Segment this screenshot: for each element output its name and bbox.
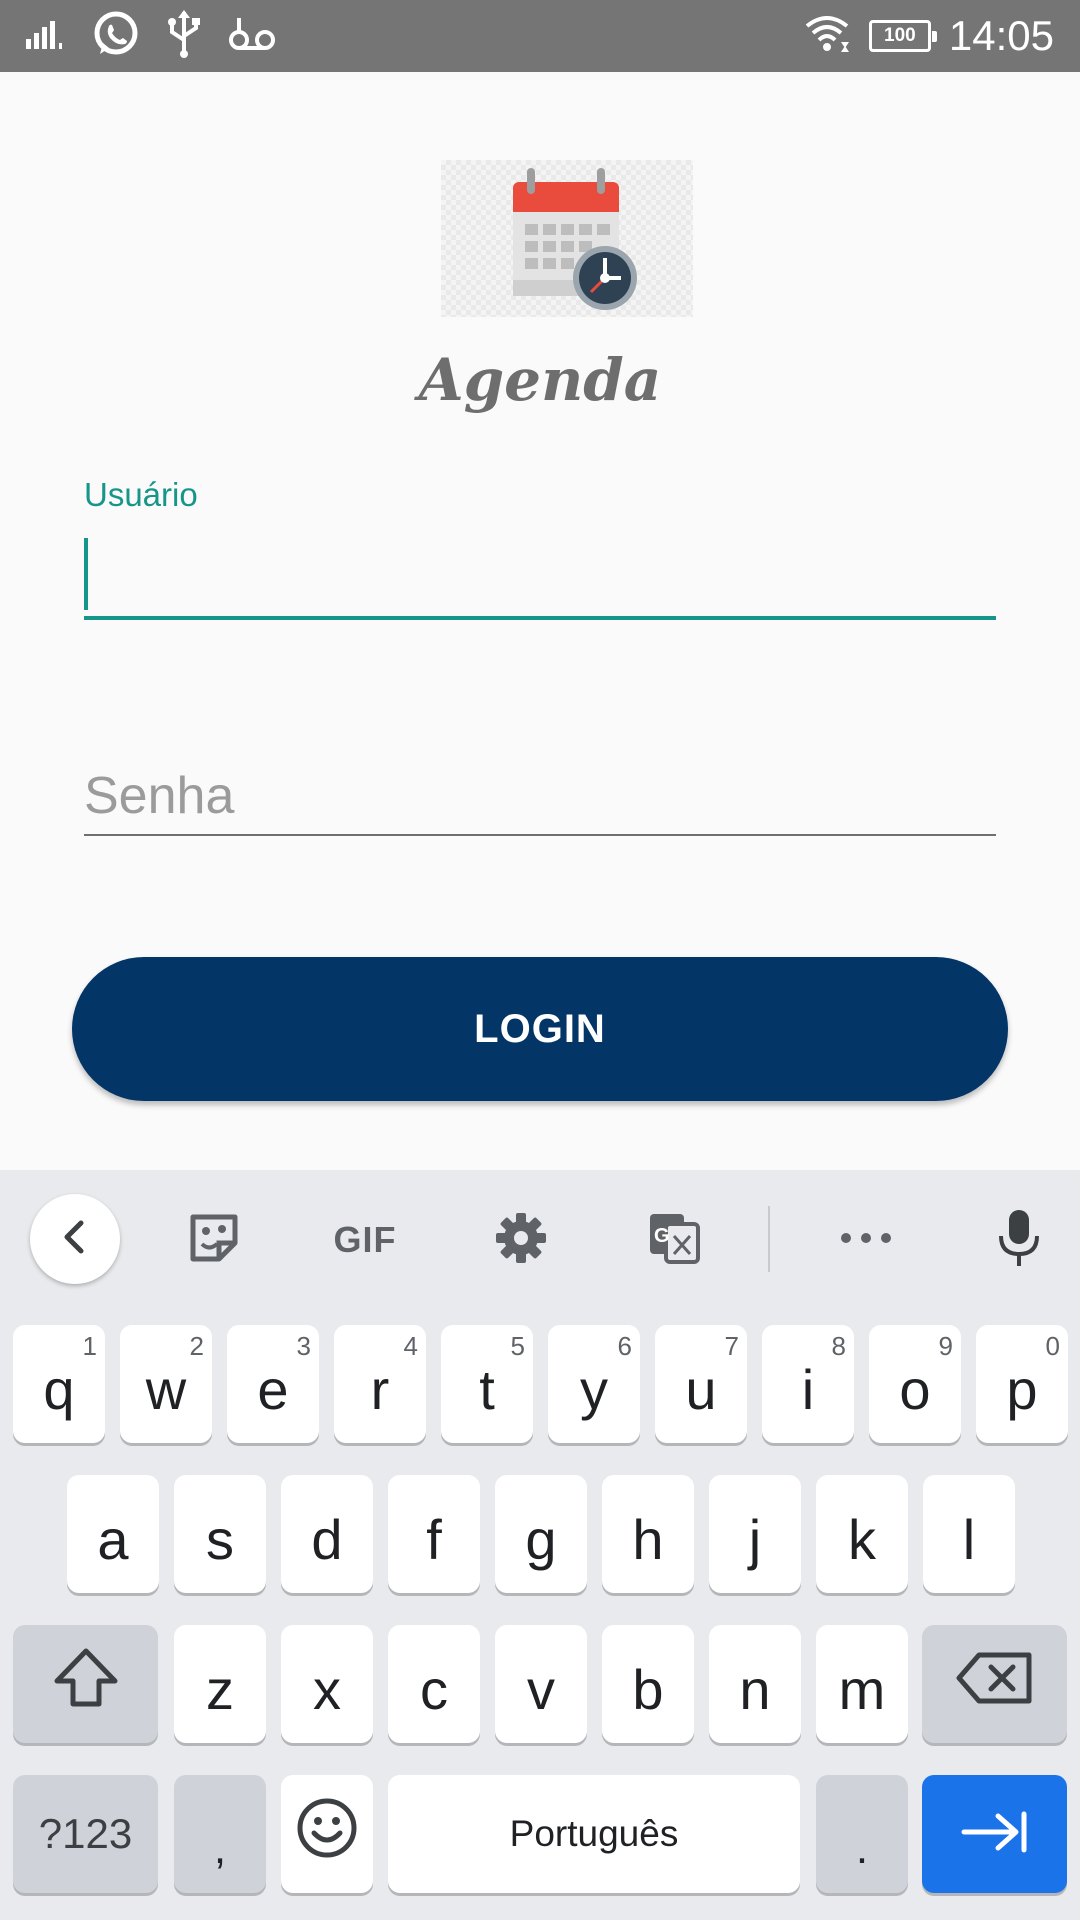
key-a[interactable]: a (67, 1475, 159, 1593)
battery-level: 100 (884, 25, 916, 46)
password-input[interactable] (84, 750, 996, 836)
translate-button[interactable]: G (634, 1200, 714, 1280)
backspace-icon (955, 1651, 1035, 1718)
key-z[interactable]: z (174, 1625, 266, 1743)
key-x[interactable]: x (281, 1625, 373, 1743)
microphone-button[interactable] (979, 1200, 1059, 1280)
key-d[interactable]: d (281, 1475, 373, 1593)
gif-icon: GIF (333, 1219, 397, 1260)
key-r[interactable]: 4r (334, 1325, 426, 1443)
key-m[interactable]: m (816, 1625, 908, 1743)
key-p[interactable]: 0p (976, 1325, 1068, 1443)
key-s[interactable]: s (174, 1475, 266, 1593)
toolbar-divider (768, 1206, 770, 1272)
svg-text:G: G (654, 1225, 670, 1247)
login-button[interactable]: LOGIN (72, 957, 1008, 1101)
status-right-icons: 100 14:05 (803, 10, 1054, 62)
more-button[interactable] (826, 1200, 906, 1280)
key-g[interactable]: g (495, 1475, 587, 1593)
clock: 14:05 (948, 12, 1054, 59)
key-f[interactable]: f (388, 1475, 480, 1593)
status-bar: 100 14:05 (0, 0, 1080, 72)
app-logo (441, 160, 693, 317)
emoji-icon (296, 1797, 358, 1872)
next-key[interactable] (922, 1775, 1067, 1893)
wifi-icon (803, 14, 851, 59)
status-left-icons (26, 9, 276, 63)
signal-icon (26, 19, 66, 54)
key-o[interactable]: 9o (869, 1325, 961, 1443)
key-l[interactable]: l (923, 1475, 1015, 1593)
emoji-key[interactable] (281, 1775, 373, 1893)
symbols-key[interactable]: ?123 (13, 1775, 158, 1893)
battery-icon: 100 (868, 20, 937, 52)
translate-icon: G (646, 1210, 702, 1271)
key-n[interactable]: n (709, 1625, 801, 1743)
more-icon (838, 1230, 894, 1251)
key-i[interactable]: 8i (762, 1325, 854, 1443)
back-chevron-icon (57, 1217, 93, 1262)
soft-keyboard: GIF G 1q 2w 3e 4r 5t 6y 7u 8i 9o 0 p a s… (0, 1170, 1080, 1920)
key-h[interactable]: h (602, 1475, 694, 1593)
comma-key[interactable]: , (174, 1775, 266, 1893)
space-key[interactable]: Português (388, 1775, 800, 1893)
gif-button[interactable]: GIF (325, 1200, 405, 1280)
key-v[interactable]: v (495, 1625, 587, 1743)
back-chevron-button[interactable] (30, 1194, 120, 1284)
whatsapp-icon (92, 10, 140, 63)
period-key[interactable]: . (816, 1775, 908, 1893)
text-cursor (84, 538, 88, 610)
sticker-button[interactable] (174, 1200, 254, 1280)
voicemail-icon (228, 14, 276, 59)
key-q[interactable]: 1q (13, 1325, 105, 1443)
settings-button[interactable] (481, 1200, 561, 1280)
key-y[interactable]: 6y (548, 1325, 640, 1443)
microphone-icon (997, 1208, 1041, 1273)
tab-next-icon (960, 1802, 1030, 1867)
username-input[interactable] (84, 530, 996, 620)
key-u[interactable]: 7u (655, 1325, 747, 1443)
app-title: Agenda (418, 346, 662, 414)
key-w[interactable]: 2w (120, 1325, 212, 1443)
usb-icon (166, 9, 202, 63)
username-label: Usuário (84, 476, 198, 513)
key-k[interactable]: k (816, 1475, 908, 1593)
keyboard-toolbar: GIF G (0, 1170, 1080, 1310)
key-j[interactable]: j (709, 1475, 801, 1593)
shift-key[interactable] (13, 1625, 158, 1743)
settings-icon (493, 1210, 549, 1271)
key-e[interactable]: 3e (227, 1325, 319, 1443)
key-c[interactable]: c (388, 1625, 480, 1743)
shift-icon (51, 1646, 121, 1723)
key-b[interactable]: b (602, 1625, 694, 1743)
sticker-icon (187, 1211, 241, 1270)
backspace-key[interactable] (922, 1625, 1067, 1743)
key-t[interactable]: 5t (441, 1325, 533, 1443)
